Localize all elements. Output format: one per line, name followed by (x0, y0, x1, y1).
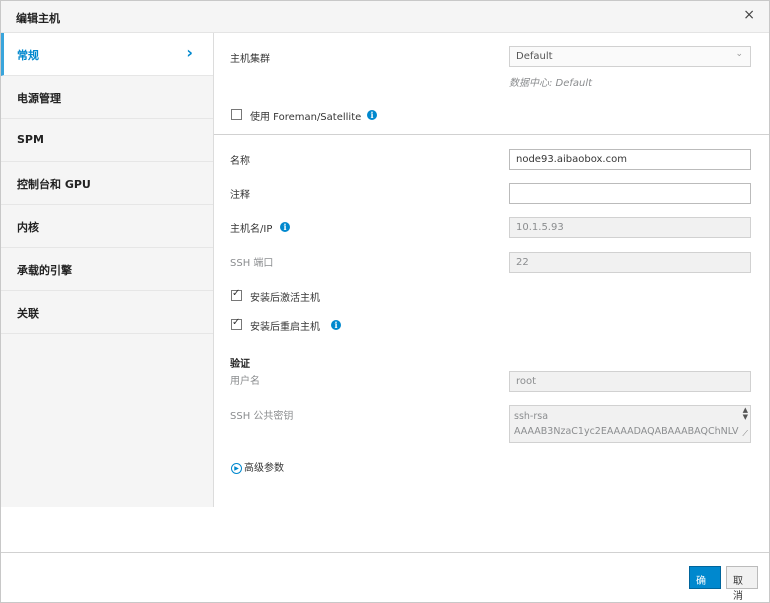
ok-button[interactable]: 确定 (689, 566, 721, 602)
general-panel: 主机集群 Default ⌄ 数据中心: Default 使用 Foreman/… (214, 33, 769, 507)
info-icon[interactable]: i (367, 110, 377, 120)
cancel-button[interactable]: 取消 (726, 566, 758, 602)
reboot-after-install-label: 安装后重启主机 (250, 322, 320, 333)
sidebar-item-label: 电源管理 (17, 92, 61, 105)
cluster-label: 主机集群 (230, 54, 270, 65)
ssh-port-label: SSH 端口 (230, 258, 274, 269)
foreman-checkbox[interactable] (231, 109, 242, 120)
hostname-input[interactable] (509, 217, 751, 238)
dialog-title: 编辑主机 (16, 12, 60, 25)
reboot-after-install-checkbox[interactable] (231, 317, 242, 330)
sidebar-item-general[interactable]: 常规 › (1, 33, 213, 76)
sidebar-item-label: 控制台和 GPU (17, 178, 91, 191)
sidebar-item-power-management[interactable]: 电源管理 (1, 76, 213, 119)
ssh-key-textarea[interactable]: ssh-rsa AAAAB3NzaC1yc2EAAAADAQABAAABAQCh… (509, 405, 751, 443)
sidebar-item-label: 关联 (17, 307, 39, 320)
sidebar-item-label: SPM (17, 133, 44, 146)
ssh-key-line: AAAAB3NzaC1yc2EAAAADAQABAAABAQChNLV (514, 426, 739, 437)
sidebar-item-console-gpu[interactable]: 控制台和 GPU (1, 162, 213, 205)
resize-grip-icon[interactable]: ⟋ (742, 426, 748, 441)
advanced-params-label: 高级参数 (244, 463, 284, 474)
info-icon[interactable]: i (331, 320, 341, 330)
scroll-arrows-icon[interactable]: ▲ ▼ (743, 407, 748, 421)
ssh-port-input[interactable] (509, 252, 751, 273)
sidebar: 常规 › 电源管理 SPM 控制台和 GPU 内核 承载的引擎 关联 (1, 33, 214, 507)
sidebar-item-spm[interactable]: SPM (1, 119, 213, 162)
section-divider (214, 134, 769, 135)
info-icon[interactable]: i (280, 222, 290, 232)
username-input[interactable] (509, 371, 751, 392)
dialog-header: 编辑主机 × (1, 1, 769, 33)
name-label: 名称 (230, 156, 250, 167)
name-input[interactable] (509, 149, 751, 170)
activate-after-install-checkbox[interactable] (231, 288, 242, 301)
sidebar-item-label: 常规 (17, 49, 39, 62)
foreman-label: 使用 Foreman/Satellite (250, 112, 362, 123)
cluster-select-value: Default (516, 51, 553, 62)
chevron-right-icon: › (186, 43, 193, 62)
comment-label: 注释 (230, 190, 250, 201)
ssh-key-line: ssh-rsa (514, 411, 549, 422)
dialog-footer: 确定 取消 (1, 552, 769, 602)
username-label: 用户名 (230, 376, 260, 387)
auth-section-title: 验证 (230, 359, 250, 370)
sidebar-item-label: 内核 (17, 221, 39, 234)
close-icon[interactable]: × (743, 7, 755, 23)
expand-arrow-icon: ▶ (231, 462, 242, 474)
ssh-key-label: SSH 公共密钥 (230, 411, 294, 422)
comment-input[interactable] (509, 183, 751, 204)
hostname-label: 主机名/IP (230, 224, 273, 235)
sidebar-item-label: 承载的引擎 (17, 264, 72, 277)
sidebar-item-hosted-engine[interactable]: 承载的引擎 (1, 248, 213, 291)
activate-after-install-label: 安装后激活主机 (250, 293, 320, 304)
datacenter-note: 数据中心: Default (509, 78, 593, 89)
sidebar-item-affinity[interactable]: 关联 (1, 291, 213, 334)
edit-host-dialog: 编辑主机 × 常规 › 电源管理 SPM 控制台和 GPU 内核 承载的引擎 关… (0, 0, 770, 603)
chevron-down-icon: ⌄ (735, 49, 743, 59)
advanced-params-toggle[interactable]: ▶ 高级参数 (231, 459, 284, 474)
cluster-select[interactable]: Default ⌄ (509, 46, 751, 67)
sidebar-item-kernel[interactable]: 内核 (1, 205, 213, 248)
